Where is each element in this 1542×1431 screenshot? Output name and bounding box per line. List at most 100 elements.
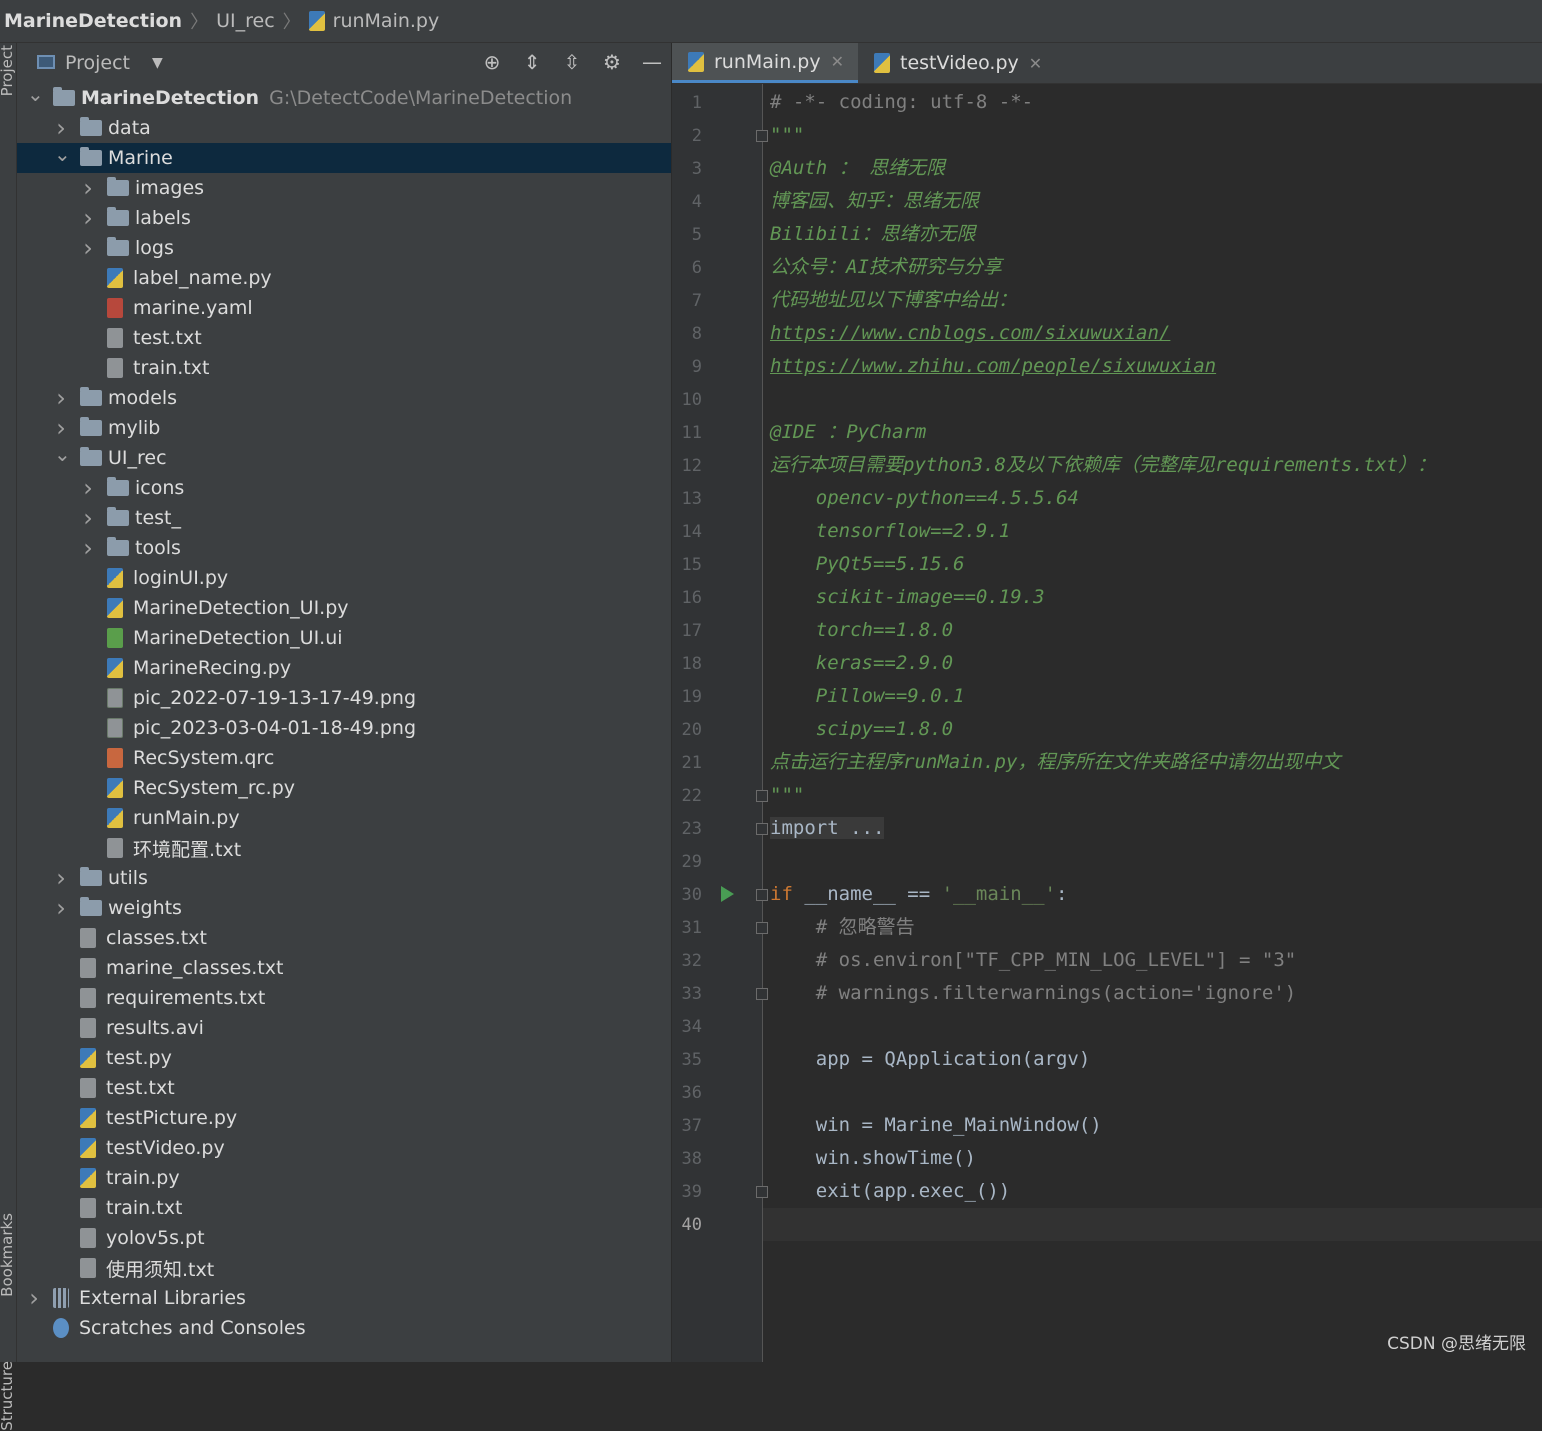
folder-icon [53,87,75,106]
close-icon[interactable]: ✕ [831,52,844,71]
chevron-right-icon[interactable]: › [54,894,68,922]
tab-label: runMain.py [714,50,821,73]
tree-item[interactable]: › labels [17,203,671,233]
tree-item[interactable]: › icons [17,473,671,503]
tree-item[interactable]: ⌄ Marine [17,142,671,173]
chevron-right-icon[interactable]: › [54,114,68,142]
tree-item[interactable]: train.txt [17,353,671,383]
tree-item[interactable]: MarineRecing.py [17,653,671,683]
chevron-right-icon[interactable]: › [81,474,95,502]
tree-item[interactable]: test.txt [17,1073,671,1103]
tree-item[interactable]: pic_2023-03-04-01-18-49.png [17,713,671,743]
tree-item[interactable]: MarineDetection_UI.ui [17,623,671,653]
folder-icon [80,897,102,916]
line-number: 1 [691,93,702,113]
py-file-icon [107,598,123,618]
chevron-right-icon[interactable]: › [81,204,95,232]
line-number: 22 [681,786,702,806]
chevron-right-icon[interactable]: › [54,864,68,892]
tree-item[interactable]: 使用须知.txt [17,1253,671,1283]
unk-file-icon [80,1228,96,1248]
project-panel-header: Project ▼ ⊕ ⇕ ⇳ ⚙ — [17,43,671,83]
project-tool-button[interactable]: Project [0,45,16,96]
tree-item[interactable]: › weights [17,893,671,923]
tree-item[interactable]: train.py [17,1163,671,1193]
chevron-right-icon[interactable]: › [81,534,95,562]
chevron-down-icon[interactable]: ⌄ [54,442,71,466]
yaml-file-icon [107,298,123,318]
tree-item[interactable]: MarineDetection_UI.py [17,593,671,623]
tree-item[interactable]: testPicture.py [17,1103,671,1133]
tree-item[interactable]: 环境配置.txt [17,833,671,863]
tab-runmain[interactable]: runMain.py ✕ [672,43,859,83]
tree-item[interactable]: test.py [17,1043,671,1073]
chevron-right-icon[interactable]: › [81,174,95,202]
tree-item[interactable]: › images [17,173,671,203]
line-number: 31 [681,918,702,938]
tree-item[interactable]: label_name.py [17,263,671,293]
tree-item[interactable]: › utils [17,863,671,893]
expand-all-icon[interactable]: ⇕ [521,49,543,75]
code-line: Pillow==9.0.1 [770,680,965,713]
hide-icon[interactable]: — [641,49,663,75]
line-number: 13 [681,489,702,509]
chevron-down-icon[interactable]: ⌄ [27,82,44,106]
code-area[interactable]: # -*- coding: utf-8 -*- """ @Auth ： 思绪无限 博客… [763,84,1542,1362]
tree-item[interactable]: › models [17,383,671,413]
tree-item[interactable]: Scratches and Consoles [17,1313,671,1343]
tree-item[interactable]: requirements.txt [17,983,671,1013]
chevron-down-icon[interactable]: ⌄ [54,142,71,166]
structure-tool-button[interactable]: Structure [0,1361,16,1431]
chevron-right-icon[interactable]: › [81,234,95,262]
tree-item[interactable]: results.avi [17,1013,671,1043]
editor-tabs: runMain.py ✕ testVideo.py ✕ [672,43,1542,84]
run-icon[interactable] [721,886,734,902]
tree-item[interactable]: marine.yaml [17,293,671,323]
tree-item-label: classes.txt [106,927,207,949]
line-number: 3 [691,159,702,179]
tree-item[interactable]: › tools [17,533,671,563]
tree-item[interactable]: runMain.py [17,803,671,833]
tree-item[interactable]: RecSystem.qrc [17,743,671,773]
tree-item[interactable]: test.txt [17,323,671,353]
tree-item[interactable]: RecSystem_rc.py [17,773,671,803]
chevron-down-icon[interactable]: ▼ [152,55,163,71]
tree-item-label: runMain.py [133,807,240,829]
tree-item[interactable]: ⌄ MarineDetection G:\DetectCode\MarineDete… [17,82,671,113]
tree-item[interactable]: marine_classes.txt [17,953,671,983]
collapse-all-icon[interactable]: ⇳ [561,49,583,75]
tree-item[interactable]: testVideo.py [17,1133,671,1163]
breadcrumb-folder[interactable]: UI_rec [216,10,275,32]
tree-item-label: data [108,117,151,139]
chevron-right-icon[interactable]: › [54,414,68,442]
chevron-right-icon[interactable]: › [54,384,68,412]
tree-item-label: marine_classes.txt [106,957,284,979]
panel-title[interactable]: Project [65,52,130,74]
tree-item[interactable]: yolov5s.pt [17,1223,671,1253]
tree-item[interactable]: train.txt [17,1193,671,1223]
code-text: # warnings.filterwarnings(action='ignore… [770,982,1297,1004]
tree-item[interactable]: ⌄ UI_rec [17,442,671,473]
locate-icon[interactable]: ⊕ [481,49,503,75]
tree-item[interactable]: › logs [17,233,671,263]
bookmarks-tool-button[interactable]: Bookmarks [0,1213,16,1297]
tree-item-label: labels [135,207,191,229]
tree-item[interactable]: classes.txt [17,923,671,953]
tree-item[interactable]: › mylib [17,413,671,443]
tree-item[interactable]: › data [17,113,671,143]
chevron-right-icon[interactable]: › [81,504,95,532]
chevron-right-icon[interactable]: › [27,1284,41,1312]
code-text: Bilibili：思绪亦无限 [770,223,976,245]
tab-testvideo[interactable]: testVideo.py ✕ [858,43,1056,83]
close-icon[interactable]: ✕ [1029,54,1042,73]
tree-item-label: yolov5s.pt [106,1227,205,1249]
code-text: PyQt5==5.15.6 [770,553,965,575]
gear-icon[interactable]: ⚙ [601,49,623,75]
breadcrumb-file[interactable]: runMain.py [333,10,440,32]
tree-item[interactable]: pic_2022-07-19-13-17-49.png [17,683,671,713]
breadcrumb-root[interactable]: MarineDetection [4,10,182,32]
tree-item[interactable]: › test_ [17,503,671,533]
tree-item[interactable]: › External Libraries [17,1283,671,1313]
tree-item-label: pic_2023-03-04-01-18-49.png [133,717,417,739]
tree-item[interactable]: loginUI.py [17,563,671,593]
